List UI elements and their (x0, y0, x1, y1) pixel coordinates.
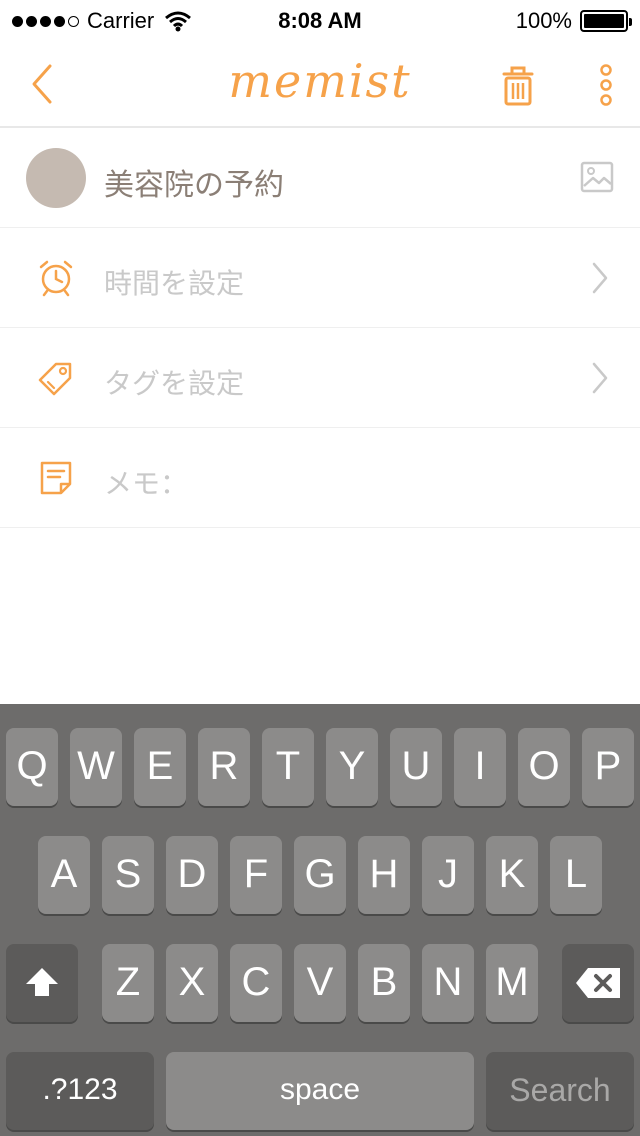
key-b[interactable]: B (358, 944, 410, 1022)
space-key[interactable]: space (166, 1052, 474, 1130)
key-u[interactable]: U (390, 728, 442, 806)
memo-input[interactable]: メモ： (104, 462, 188, 502)
key-d[interactable]: D (166, 836, 218, 914)
alarm-clock-icon (39, 260, 73, 297)
key-g[interactable]: G (294, 836, 346, 914)
key-i[interactable]: I (454, 728, 506, 806)
task-title-row[interactable]: 美容院の予約 (0, 128, 640, 228)
memo-row[interactable]: メモ： (0, 428, 640, 528)
set-time-label: 時間を設定 (104, 267, 245, 300)
key-e[interactable]: E (134, 728, 186, 806)
key-z[interactable]: Z (102, 944, 154, 1022)
battery-percent: 100% (515, 8, 572, 33)
battery-fill (584, 14, 624, 28)
battery-icon (580, 10, 632, 32)
chevron-right-icon (592, 362, 608, 394)
set-tag-label: タグを設定 (104, 367, 245, 400)
key-w[interactable]: W (70, 728, 122, 806)
nav-bar: memist (0, 40, 640, 128)
keyboard: Q W E R T Y U I O P A S D F G H J K L Z … (0, 704, 640, 1136)
more-vertical-icon[interactable] (590, 62, 622, 108)
key-s[interactable]: S (102, 836, 154, 914)
key-f[interactable]: F (230, 836, 282, 914)
key-h[interactable]: H (358, 836, 410, 914)
key-v[interactable]: V (294, 944, 346, 1022)
delete-key[interactable] (562, 944, 634, 1022)
tag-icon (38, 362, 72, 396)
key-t[interactable]: T (262, 728, 314, 806)
note-icon (40, 461, 72, 495)
image-icon[interactable] (580, 160, 614, 194)
search-key[interactable]: Search (486, 1052, 634, 1130)
key-r[interactable]: R (198, 728, 250, 806)
key-q[interactable]: Q (6, 728, 58, 806)
key-p[interactable]: P (582, 728, 634, 806)
status-right: 100% (515, 8, 632, 34)
shift-key[interactable] (6, 944, 78, 1022)
numbers-key[interactable]: .?123 (6, 1052, 154, 1130)
key-o[interactable]: O (518, 728, 570, 806)
key-l[interactable]: L (550, 836, 602, 914)
shift-icon (26, 968, 58, 996)
key-m[interactable]: M (486, 944, 538, 1022)
trash-icon[interactable] (496, 62, 540, 108)
key-a[interactable]: A (38, 836, 90, 914)
chevron-right-icon (592, 262, 608, 294)
key-x[interactable]: X (166, 944, 218, 1022)
task-color-avatar[interactable] (26, 148, 86, 208)
task-title-input[interactable]: 美容院の予約 (104, 160, 284, 204)
set-tag-row[interactable]: タグを設定 (0, 328, 640, 428)
status-bar: Carrier 8:08 AM 100% (0, 0, 640, 40)
key-y[interactable]: Y (326, 728, 378, 806)
app-logo: memist (228, 54, 412, 108)
key-j[interactable]: J (422, 836, 474, 914)
key-k[interactable]: K (486, 836, 538, 914)
key-n[interactable]: N (422, 944, 474, 1022)
backspace-icon (576, 968, 620, 998)
key-c[interactable]: C (230, 944, 282, 1022)
set-time-row[interactable]: 時間を設定 (0, 228, 640, 328)
